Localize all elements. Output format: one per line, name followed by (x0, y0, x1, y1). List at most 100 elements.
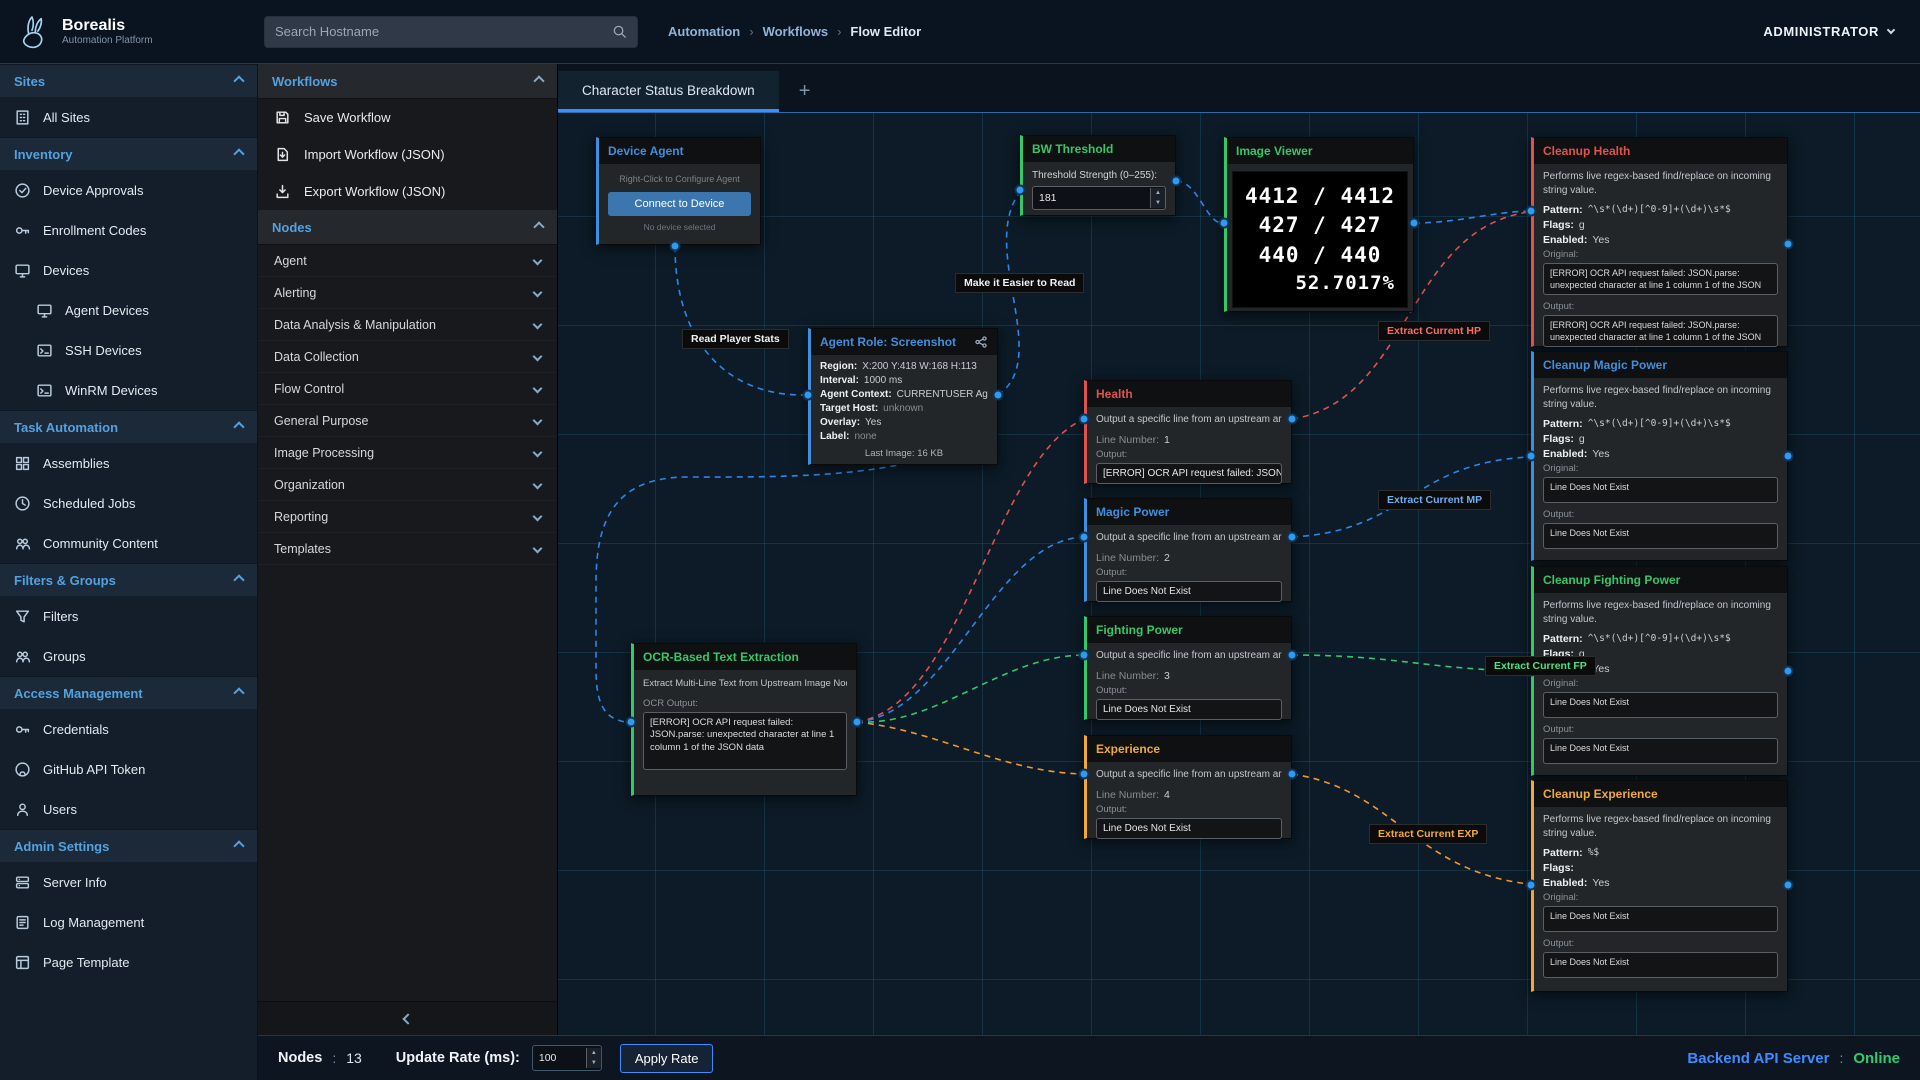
original-textarea[interactable]: [ERROR] OCR API request failed: JSON.par… (1543, 263, 1778, 295)
node-fighting-power[interactable]: Fighting Power Output a specific line fr… (1084, 616, 1292, 720)
threshold-input[interactable] (1033, 192, 1150, 204)
wire-label-extract-current-fp[interactable]: Extract Current FP (1485, 656, 1596, 676)
node-agent-role-screenshot[interactable]: Agent Role: Screenshot Region:X:200 Y:41… (808, 328, 998, 465)
node-cleanup-magic-power[interactable]: Cleanup Magic Power Performs live regex-… (1531, 351, 1788, 561)
node-cleanup-health[interactable]: Cleanup Health Performs live regex-based… (1531, 137, 1788, 347)
share-icon[interactable] (974, 335, 988, 349)
stepper-down-icon[interactable]: ▼ (1151, 198, 1165, 208)
ocr-input-port[interactable] (626, 717, 637, 728)
breadcrumb-workflows[interactable]: Workflows (763, 24, 829, 39)
image-viewer-input-port[interactable] (1219, 218, 1230, 229)
health-input-port[interactable] (1079, 414, 1090, 425)
breadcrumb-automation[interactable]: Automation (668, 24, 740, 39)
sidebar-item-devices[interactable]: Devices (0, 250, 257, 290)
add-tab-button[interactable]: + (779, 71, 831, 112)
sidebar-item-winrm-devices[interactable]: WinRM Devices (0, 370, 257, 410)
magic-output-port[interactable] (1287, 532, 1298, 543)
node-category-data-analysis[interactable]: Data Analysis & Manipulation (258, 309, 557, 341)
stepper-up-icon[interactable]: ▲ (1151, 188, 1165, 198)
device-agent-output-port[interactable] (670, 241, 681, 252)
wire-label-read-player-stats[interactable]: Read Player Stats (682, 329, 789, 349)
experience-output-port[interactable] (1287, 769, 1298, 780)
cleanup-health-input-port[interactable] (1526, 206, 1537, 217)
stepper-down-icon[interactable]: ▼ (587, 1058, 601, 1068)
screenshot-input-port[interactable] (803, 390, 814, 401)
node-device-agent[interactable]: Device Agent Right-Click to Configure Ag… (596, 137, 761, 245)
user-menu[interactable]: ADMINISTRATOR (1763, 24, 1894, 39)
sidebar-item-groups[interactable]: Groups (0, 636, 257, 676)
sidebar-item-scheduled-jobs[interactable]: Scheduled Jobs (0, 483, 257, 523)
tab-character-status-breakdown[interactable]: Character Status Breakdown (558, 71, 779, 112)
output-field[interactable]: Line Does Not Exist (1096, 818, 1282, 839)
node-category-image-processing[interactable]: Image Processing (258, 437, 557, 469)
output-textarea[interactable]: Line Does Not Exist (1543, 738, 1778, 764)
wire-label-make-it-easier[interactable]: Make it Easier to Read (955, 273, 1084, 293)
search-input[interactable] (275, 24, 612, 39)
workflows-header[interactable]: Workflows (258, 64, 557, 99)
connect-to-device-button[interactable]: Connect to Device (608, 192, 751, 216)
breadcrumb-flow-editor[interactable]: Flow Editor (850, 24, 921, 39)
sidebar-section-access-management[interactable]: Access Management (0, 676, 257, 709)
nodes-header[interactable]: Nodes (258, 210, 557, 245)
experience-input-port[interactable] (1079, 769, 1090, 780)
node-category-flow-control[interactable]: Flow Control (258, 373, 557, 405)
sidebar-item-all-sites[interactable]: All Sites (0, 97, 257, 137)
update-rate-input[interactable] (533, 1052, 586, 1064)
sidebar-item-device-approvals[interactable]: Device Approvals (0, 170, 257, 210)
output-field[interactable]: Line Does Not Exist (1096, 581, 1282, 602)
search-icon[interactable] (612, 24, 627, 39)
save-workflow-button[interactable]: Save Workflow (258, 99, 557, 136)
node-category-reporting[interactable]: Reporting (258, 501, 557, 533)
output-textarea[interactable]: [ERROR] OCR API request failed: JSON.par… (1543, 315, 1778, 347)
wire-label-extract-current-mp[interactable]: Extract Current MP (1378, 490, 1491, 510)
screenshot-output-port[interactable] (993, 390, 1004, 401)
cleanup-health-output-port[interactable] (1783, 239, 1794, 250)
sidebar-section-task-automation[interactable]: Task Automation (0, 410, 257, 443)
number-stepper[interactable]: ▲▼ (586, 1048, 601, 1068)
node-image-viewer[interactable]: Image Viewer 4412 / 4412 427 / 427 440 /… (1224, 137, 1414, 312)
cleanup-experience-input-port[interactable] (1526, 880, 1537, 891)
sidebar-item-credentials[interactable]: Credentials (0, 709, 257, 749)
cleanup-fighting-output-port[interactable] (1783, 666, 1794, 677)
flow-canvas[interactable]: Device Agent Right-Click to Configure Ag… (558, 113, 1920, 1035)
bw-threshold-input-port[interactable] (1015, 185, 1026, 196)
node-category-data-collection[interactable]: Data Collection (258, 341, 557, 373)
sidebar-item-filters[interactable]: Filters (0, 596, 257, 636)
apply-rate-button[interactable]: Apply Rate (620, 1044, 714, 1073)
fighting-output-port[interactable] (1287, 650, 1298, 661)
node-bw-threshold[interactable]: BW Threshold Threshold Strength (0–255):… (1020, 135, 1176, 216)
number-stepper[interactable]: ▲▼ (1150, 188, 1165, 208)
node-category-agent[interactable]: Agent (258, 245, 557, 277)
wire-label-extract-current-hp[interactable]: Extract Current HP (1378, 321, 1490, 341)
sidebar-item-users[interactable]: Users (0, 789, 257, 829)
stepper-up-icon[interactable]: ▲ (587, 1048, 601, 1058)
node-category-alerting[interactable]: Alerting (258, 277, 557, 309)
output-field[interactable]: Line Does Not Exist (1096, 699, 1282, 720)
node-category-general-purpose[interactable]: General Purpose (258, 405, 557, 437)
sidebar-section-filters-groups[interactable]: Filters & Groups (0, 563, 257, 596)
original-textarea[interactable]: Line Does Not Exist (1543, 906, 1778, 932)
ocr-output-textarea[interactable]: [ERROR] OCR API request failed: JSON.par… (643, 712, 847, 770)
sidebar-section-inventory[interactable]: Inventory (0, 137, 257, 170)
node-cleanup-experience[interactable]: Cleanup Experience Performs live regex-b… (1531, 780, 1788, 992)
sidebar-section-admin-settings[interactable]: Admin Settings (0, 829, 257, 862)
original-textarea[interactable]: Line Does Not Exist (1543, 692, 1778, 718)
sidebar-item-server-info[interactable]: Server Info (0, 862, 257, 902)
original-textarea[interactable]: Line Does Not Exist (1543, 477, 1778, 503)
node-health[interactable]: Health Output a specific line from an up… (1084, 380, 1292, 484)
output-field[interactable]: [ERROR] OCR API request failed: JSON.par… (1096, 463, 1282, 484)
magic-input-port[interactable] (1079, 532, 1090, 543)
ocr-output-port[interactable] (852, 717, 863, 728)
sidebar-item-github-api-token[interactable]: GitHub API Token (0, 749, 257, 789)
image-viewer-output-port[interactable] (1409, 218, 1420, 229)
sidebar-item-ssh-devices[interactable]: SSH Devices (0, 330, 257, 370)
export-workflow-button[interactable]: Export Workflow (JSON) (258, 173, 557, 210)
sidebar-item-page-template[interactable]: Page Template (0, 942, 257, 982)
health-output-port[interactable] (1287, 414, 1298, 425)
output-textarea[interactable]: Line Does Not Exist (1543, 523, 1778, 549)
wire-label-extract-current-exp[interactable]: Extract Current EXP (1369, 824, 1487, 844)
node-experience[interactable]: Experience Output a specific line from a… (1084, 735, 1292, 839)
output-textarea[interactable]: Line Does Not Exist (1543, 952, 1778, 978)
sidebar-item-log-management[interactable]: Log Management (0, 902, 257, 942)
node-category-organization[interactable]: Organization (258, 469, 557, 501)
